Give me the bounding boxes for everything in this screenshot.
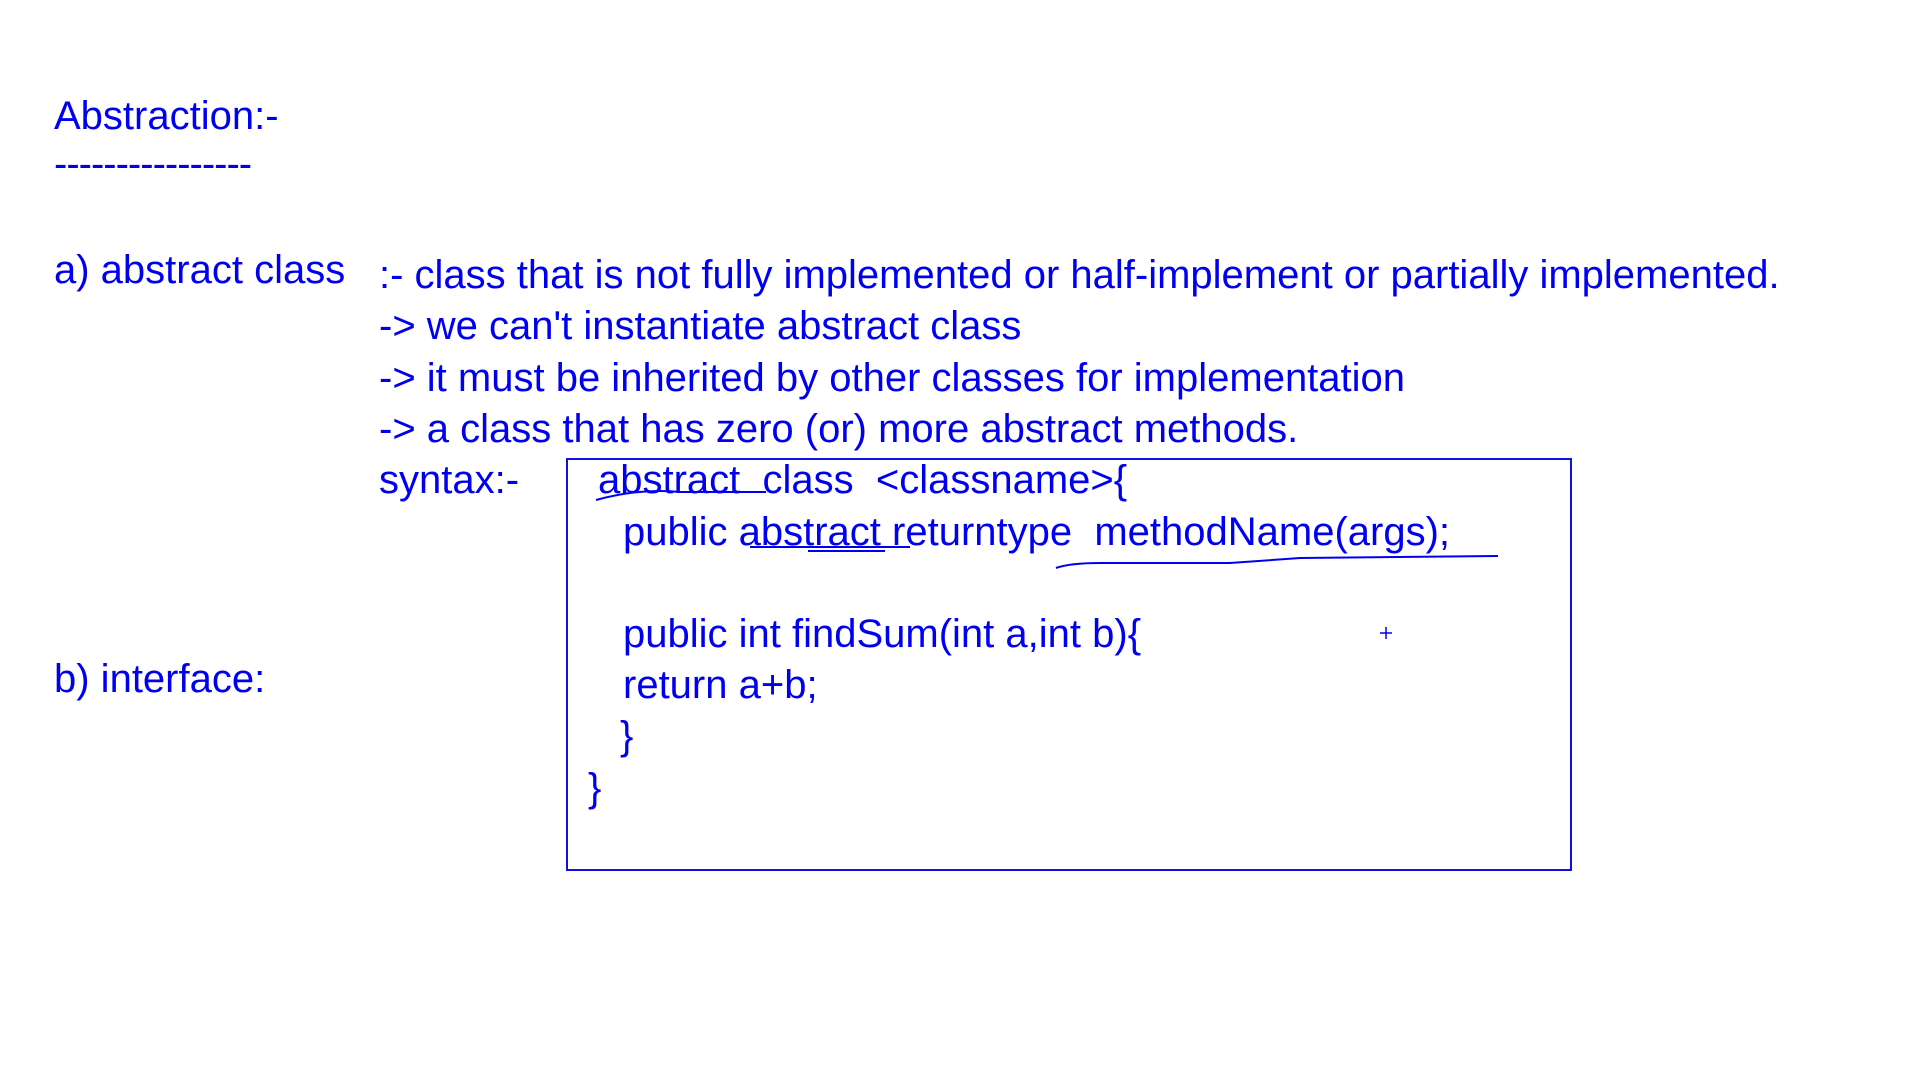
underline-method-name [1055, 555, 1499, 569]
underline-abstract-2 [750, 546, 910, 552]
ink-annotations [595, 490, 1499, 639]
underline-abstract-1 [595, 490, 766, 501]
cursor-crosshair-icon [1380, 627, 1392, 639]
